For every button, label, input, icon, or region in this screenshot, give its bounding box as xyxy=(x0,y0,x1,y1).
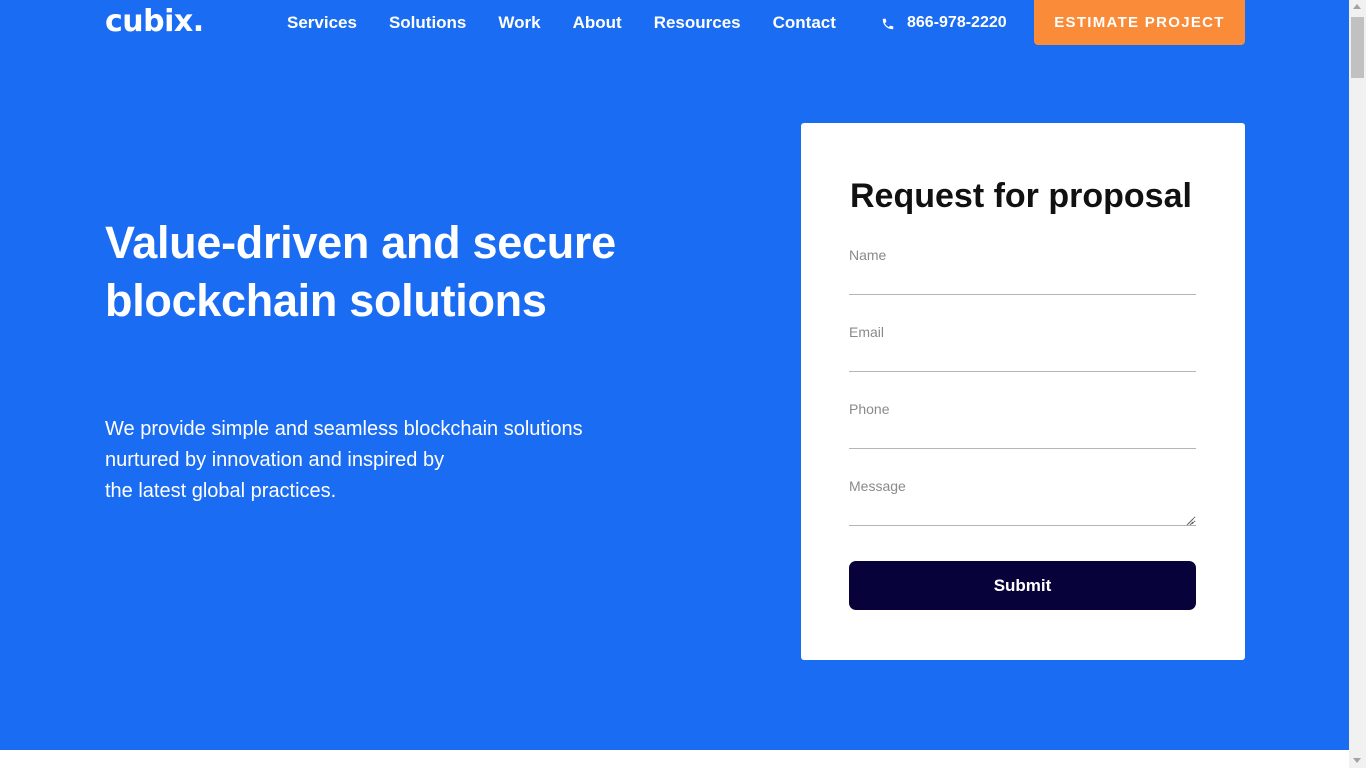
hero-headline: Value-driven and secure blockchain solut… xyxy=(105,217,616,326)
message-field-group: Message xyxy=(849,478,1196,526)
proposal-form: Request for proposal Name Email Phone Me… xyxy=(801,123,1245,660)
scroll-down-icon[interactable] xyxy=(1353,758,1361,763)
main-nav: Services Solutions Work About Resources … xyxy=(287,12,868,34)
submit-button[interactable]: Submit xyxy=(849,561,1196,610)
hero-subtext-line: the latest global practices. xyxy=(105,480,337,502)
form-title: Request for proposal xyxy=(850,177,1192,215)
cubix-logo[interactable]: cubix. xyxy=(105,2,204,42)
hero-subtext-line: We provide simple and seamless blockchai… xyxy=(105,418,583,440)
nav-item-resources[interactable]: Resources xyxy=(654,12,741,34)
nav-item-work[interactable]: Work xyxy=(498,12,540,34)
phone-label: Phone xyxy=(849,401,890,417)
nav-item-services[interactable]: Services xyxy=(287,12,357,34)
name-input[interactable] xyxy=(849,271,1196,295)
hero-subtext: We provide simple and seamless blockchai… xyxy=(105,414,665,507)
email-field-group: Email xyxy=(849,324,1196,372)
scrollbar-thumb[interactable] xyxy=(1351,17,1364,78)
phone-field-group: Phone xyxy=(849,401,1196,449)
phone-number: 866-978-2220 xyxy=(907,14,1007,31)
name-label: Name xyxy=(849,247,887,263)
name-field-group: Name xyxy=(849,247,1196,295)
estimate-project-button[interactable]: ESTIMATE PROJECT xyxy=(1034,0,1245,45)
nav-item-solutions[interactable]: Solutions xyxy=(389,12,466,34)
message-label: Message xyxy=(849,478,906,494)
page-scrollbar[interactable] xyxy=(1349,0,1366,768)
scroll-up-icon[interactable] xyxy=(1353,4,1361,9)
phone-input[interactable] xyxy=(849,425,1196,449)
hero-section: cubix. Services Solutions Work About Res… xyxy=(0,0,1349,750)
nav-item-contact[interactable]: Contact xyxy=(773,12,836,34)
nav-item-about[interactable]: About xyxy=(573,12,622,34)
message-textarea[interactable] xyxy=(849,502,1196,526)
email-label: Email xyxy=(849,324,885,340)
email-input[interactable] xyxy=(849,348,1196,372)
phone-icon xyxy=(881,16,895,30)
phone-link[interactable]: 866-978-2220 xyxy=(881,12,1007,34)
hero-subtext-line: nurtured by innovation and inspired by xyxy=(105,449,445,471)
